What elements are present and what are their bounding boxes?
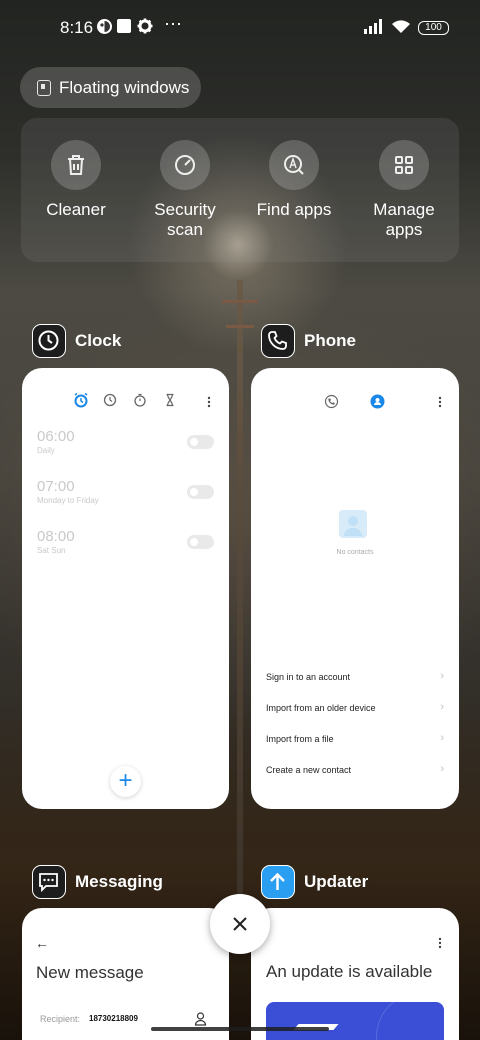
floating-windows-button[interactable]: Floating windows — [20, 67, 201, 108]
empty-contacts-icon — [339, 510, 367, 538]
clock-app-header: Clock — [32, 324, 121, 358]
manage-apps-label: Manage apps — [373, 200, 435, 239]
messaging-app-header: Messaging — [32, 865, 163, 899]
alarm-time: 06:00 — [37, 428, 75, 445]
alarm-toggle[interactable] — [187, 485, 214, 499]
home-indicator[interactable] — [151, 1027, 329, 1031]
import-older-device-option[interactable]: Import from an older device — [266, 703, 446, 713]
cleaner-button[interactable]: Cleaner — [21, 140, 131, 220]
find-apps-button[interactable]: Find apps — [239, 140, 349, 220]
contacts-tab-icon[interactable] — [370, 394, 385, 409]
messaging-app-card[interactable]: ← New message Recipient: 18730218809 — [22, 908, 229, 1040]
add-alarm-button[interactable]: + — [110, 766, 141, 797]
find-apps-icon — [284, 155, 304, 175]
updater-app-name: Updater — [304, 872, 369, 891]
messaging-app-name: Messaging — [75, 872, 163, 891]
game-icon — [97, 19, 112, 34]
quick-actions-panel: Cleaner Security scan Find apps Manage a… — [21, 118, 459, 262]
stopwatch-tab-icon[interactable] — [133, 393, 147, 407]
sign-in-option[interactable]: Sign in to an account — [266, 672, 446, 682]
cleaner-label: Cleaner — [46, 200, 106, 219]
phone-app-header: Phone — [261, 324, 356, 358]
find-apps-label: Find apps — [256, 200, 332, 219]
security-scan-button[interactable]: Security scan — [130, 140, 240, 240]
security-scan-icon — [175, 155, 195, 175]
close-all-button[interactable] — [210, 894, 270, 954]
messaging-app-icon — [32, 865, 66, 899]
wifi-icon — [392, 20, 410, 33]
phone-app-icon — [261, 324, 295, 358]
phone-app-name: Phone — [304, 331, 356, 350]
alarm-days: Daily — [37, 446, 55, 455]
chevron-right-icon: › — [440, 763, 444, 775]
close-icon — [233, 917, 247, 931]
alarm-time: 07:00 — [37, 478, 75, 495]
world-clock-tab-icon[interactable] — [103, 393, 117, 407]
clock-app-icon — [32, 324, 66, 358]
trash-icon — [68, 155, 84, 175]
update-title: An update is available — [266, 962, 433, 981]
clock-app-card[interactable]: 06:00 Daily 07:00 Monday to Friday 08:00… — [22, 368, 229, 809]
chevron-right-icon: › — [440, 732, 444, 744]
floating-window-icon — [37, 80, 51, 96]
alarm-toggle[interactable] — [187, 435, 214, 449]
status-bar: 8:16 ⋯ 100 — [0, 0, 480, 56]
signal-icon — [364, 19, 382, 34]
import-file-option[interactable]: Import from a file — [266, 734, 446, 744]
more-options-icon[interactable] — [206, 396, 212, 408]
recipient-value[interactable]: 18730218809 — [89, 1014, 138, 1023]
phone-app-card[interactable]: No contacts Sign in to an account › Impo… — [251, 368, 459, 809]
battery-icon: 100 — [418, 21, 449, 35]
recents-tab-icon[interactable] — [324, 394, 339, 409]
alarm-item[interactable]: 06:00 Daily — [37, 428, 75, 455]
gear-icon — [137, 18, 153, 34]
alarm-item[interactable]: 07:00 Monday to Friday — [37, 478, 99, 505]
updater-app-icon — [261, 865, 295, 899]
more-options-icon[interactable] — [437, 937, 443, 949]
timer-tab-icon[interactable] — [163, 393, 177, 407]
floating-windows-label: Floating windows — [59, 78, 190, 97]
alarm-days: Sat Sun — [37, 546, 66, 555]
more-notifications-icon: ⋯ — [164, 14, 183, 34]
alarm-tab-icon[interactable] — [73, 392, 89, 408]
alarm-toggle[interactable] — [187, 535, 214, 549]
recipient-label: Recipient: — [40, 1014, 81, 1024]
chevron-right-icon: › — [440, 701, 444, 713]
new-message-title: New message — [36, 963, 144, 982]
create-contact-option[interactable]: Create a new contact — [266, 765, 446, 775]
security-scan-label: Security scan — [154, 200, 216, 239]
add-contact-icon[interactable] — [194, 1012, 207, 1026]
chevron-right-icon: › — [440, 670, 444, 682]
manage-apps-button[interactable]: Manage apps — [349, 140, 459, 240]
square-app-icon — [117, 19, 131, 33]
updater-app-header: Updater — [261, 865, 368, 899]
alarm-time: 08:00 — [37, 528, 75, 545]
updater-app-card[interactable]: An update is available — [251, 908, 459, 1040]
clock-app-name: Clock — [75, 331, 122, 350]
grid-icon — [395, 156, 413, 174]
status-time: 8:16 — [60, 18, 94, 37]
update-banner — [266, 1002, 444, 1040]
back-arrow-icon[interactable]: ← — [35, 935, 49, 951]
alarm-days: Monday to Friday — [37, 496, 99, 505]
more-options-icon[interactable] — [437, 396, 443, 408]
no-contacts-text: No contacts — [336, 549, 374, 556]
alarm-item[interactable]: 08:00 Sat Sun — [37, 528, 75, 555]
